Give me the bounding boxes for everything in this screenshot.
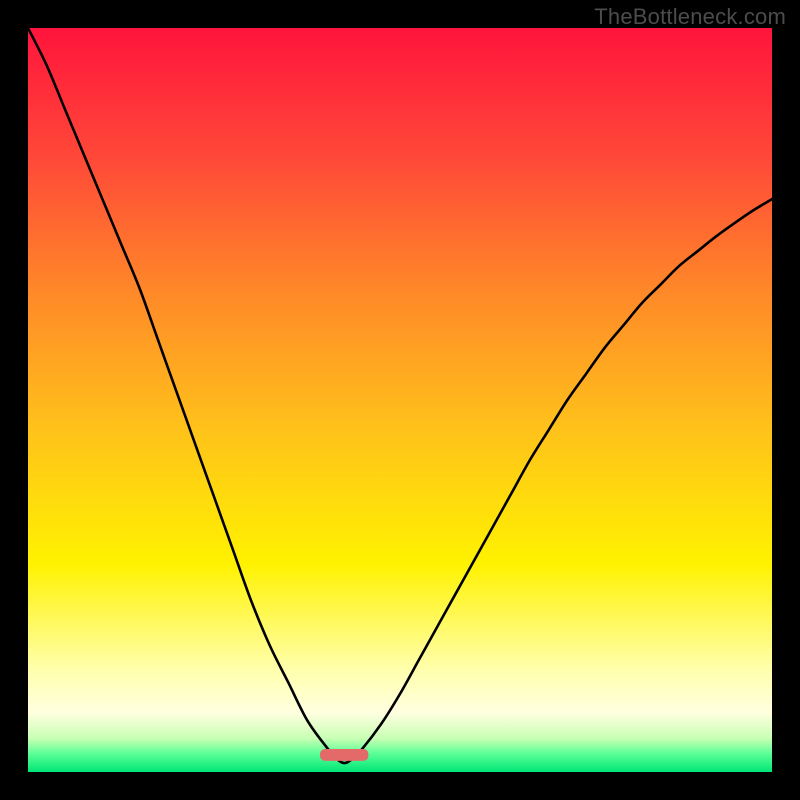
chart-frame: TheBottleneck.com (0, 0, 800, 800)
plot-area (28, 28, 772, 772)
vertex-marker (320, 749, 368, 761)
gradient-background (28, 28, 772, 772)
chart-svg (28, 28, 772, 772)
watermark-text: TheBottleneck.com (594, 4, 786, 30)
